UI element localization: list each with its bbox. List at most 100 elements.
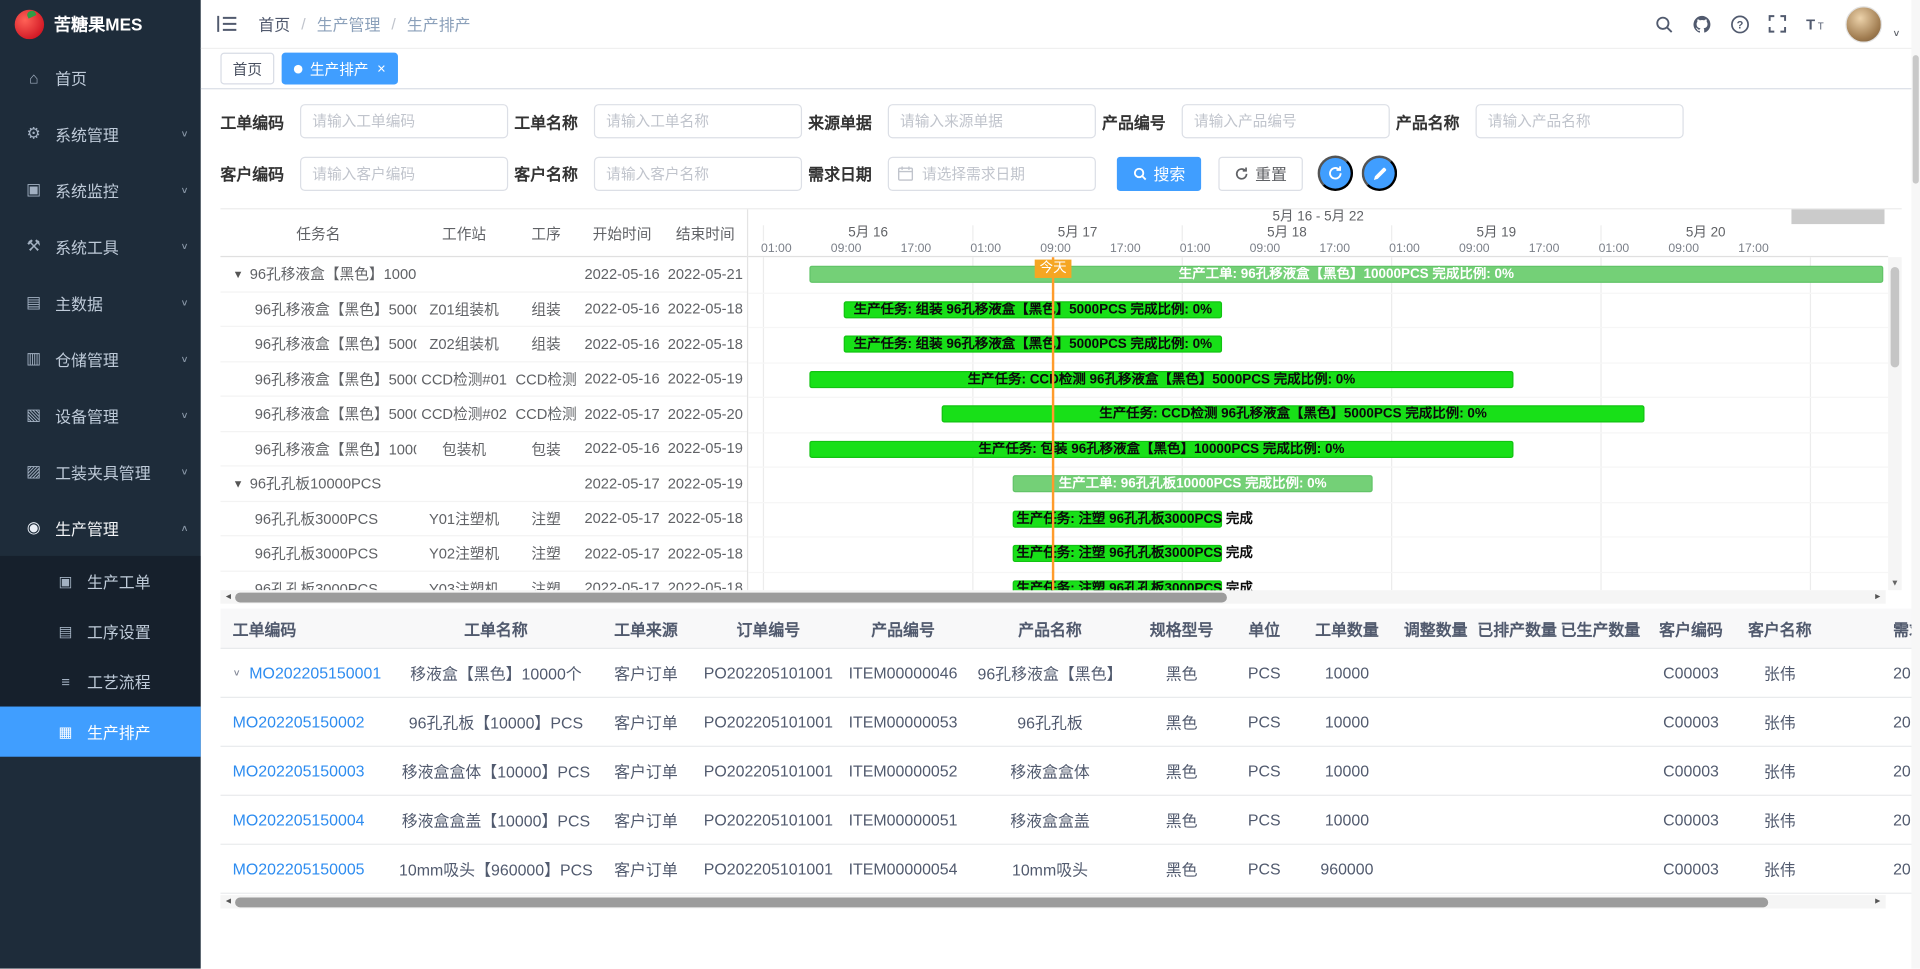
sidebar-subitem-生产工单[interactable]: ▣生产工单 [0,556,201,606]
input-客户名称[interactable] [594,156,802,190]
orders-table-row[interactable]: MO202205150003移液盒盒体【10000】PCS客户订单PO20220… [220,747,1920,796]
orders-table-row[interactable]: MO20220515000296孔孔板【10000】PCS客户订单PO20220… [220,698,1920,747]
help-icon[interactable]: ? [1731,14,1751,34]
gantt-task-bar[interactable]: 生产任务: 注塑 96孔孔板3000PCS 完成 [1013,510,1222,527]
gantt-end-date: 2022-05-18 [664,300,747,317]
task-name-text: 96孔孔板3000PCS [255,508,378,529]
gantt-grid-row[interactable]: 96孔孔板3000PCSY01注塑机注塑2022-05-172022-05-18 [220,501,747,536]
orders-hscroll-thumb[interactable] [235,897,1768,907]
page-scrollbar-thumb[interactable] [1913,55,1919,184]
gantt-grid-row[interactable]: 96孔移液盒【黑色】5000PCSCCD检测#01CCD检测2022-05-16… [220,362,747,397]
sidebar-item-系统工具[interactable]: ⚒系统工具∨ [0,218,201,274]
row-collapse-icon[interactable]: ▼ [233,477,244,489]
input-客户编码[interactable] [300,156,508,190]
sidebar-subitem-生产排产[interactable]: ▦生产排产 [0,707,201,757]
gantt-vertical-scrollbar[interactable]: ▼ [1888,257,1901,590]
gantt-vscroll-down-arrow[interactable]: ▼ [1888,578,1901,590]
tab-close-icon[interactable]: × [377,61,386,76]
gantt-hscroll-thumb[interactable] [235,592,1227,602]
orders-hscroll-right-arrow[interactable]: ► [1874,896,1882,907]
sidebar-item-主数据[interactable]: ▤主数据∨ [0,274,201,330]
order-code-link[interactable]: MO202205150003 [233,762,365,780]
gantt-horizontal-scrollbar[interactable]: ◄ ► [220,590,1885,603]
sidebar-item-设备管理[interactable]: ▧设备管理∨ [0,387,201,443]
gantt-grid-row[interactable]: 96孔孔板3000PCSY02注塑机注塑2022-05-172022-05-18 [220,536,747,571]
orders-table-row[interactable]: MO202205150004移液盒盒盖【10000】PCS客户订单PO20220… [220,796,1920,845]
demand-date-input[interactable] [888,156,1096,190]
gantt-task-name: 96孔移液盒【黑色】5000PCS [220,403,416,424]
sidebar-subitem-label: 工序设置 [87,620,189,643]
sidebar-item-系统管理[interactable]: ⚙系统管理∨ [0,105,201,161]
gantt-row-gridline [748,501,1888,502]
task-name-text: 96孔孔板10000PCS [250,473,382,494]
gantt-order-bar[interactable]: 生产工单: 96孔移液盒【黑色】10000PCS 完成比例: 0% [809,266,1883,283]
gantt-day-header-5月 16: 5月 16 [763,225,972,241]
orders-table-row[interactable]: ∨MO202205150001移液盒【黑色】10000个客户订单PO202205… [220,649,1920,698]
gantt-range-label: 5月 16 - 5月 22 [748,209,1888,225]
sidebar-item-仓储管理[interactable]: ▥仓储管理∨ [0,331,201,387]
gantt-grid-row[interactable]: 96孔移液盒【黑色】5000PCSCCD检测#02CCD检测2022-05-17… [220,397,747,432]
gantt-task-bar[interactable]: 生产任务: 注塑 96孔孔板3000PCS 完成 [1013,545,1222,562]
gantt-task-bar[interactable]: 生产任务: 组装 96孔移液盒【黑色】5000PCS 完成比例: 0% [844,336,1222,353]
fullscreen-icon[interactable] [1769,15,1787,33]
tab-首页[interactable]: 首页 [220,53,274,85]
search-icon[interactable] [1655,14,1675,34]
gantt-grid-row[interactable]: 96孔移液盒【黑色】5000PCSZ01组装机组装2022-05-162022-… [220,292,747,327]
gantt-task-bar[interactable]: 生产任务: 注塑 96孔孔板3000PCS 完成 [1013,580,1222,590]
input-工单名称[interactable] [594,104,802,138]
gantt-grid-row[interactable]: 96孔移液盒【黑色】5000PCSZ02组装机组装2022-05-162022-… [220,327,747,362]
order-code-link[interactable]: MO202205150001 [249,664,381,682]
gantt-grid-row[interactable]: 96孔孔板3000PCSY03注塑机注塑2022-05-172022-05-18 [220,571,747,590]
filter-input-wrap [300,104,508,138]
sidebar-item-首页[interactable]: ⌂首页 [0,49,201,105]
github-icon[interactable] [1693,14,1713,34]
gantt-vscroll-thumb[interactable] [1891,267,1900,367]
gantt-grid-row[interactable]: ▼96孔孔板10000PCS2022-05-172022-05-19 [220,467,747,502]
gantt-hour-tick: 09:00 [1651,241,1717,257]
breadcrumb-item-生产排产[interactable]: 生产排产 [407,12,471,35]
gantt-task-bar[interactable]: 生产任务: 包装 96孔移液盒【黑色】10000PCS 完成比例: 0% [809,440,1513,457]
order-code-link[interactable]: MO202205150004 [233,811,365,829]
sidebar-item-生产管理[interactable]: ◉生产管理∧ [0,500,201,556]
sidebar-fold-icon[interactable] [217,15,238,33]
input-来源单据[interactable] [888,104,1096,138]
gantt-grid-row[interactable]: 96孔移液盒【黑色】10000PCS包装机包装2022-05-162022-05… [220,432,747,467]
gantt-task-bar[interactable]: 生产任务: CCD检测 96孔移液盒【黑色】5000PCS 完成比例: 0% [942,405,1645,422]
input-产品名称[interactable] [1476,104,1684,138]
breadcrumb-item-生产管理[interactable]: 生产管理 [317,12,381,35]
input-产品编号[interactable] [1182,104,1390,138]
row-collapse-icon[interactable]: ▼ [233,268,244,280]
orders-hscroll-left-arrow[interactable]: ◄ [224,896,232,907]
sidebar-item-系统监控[interactable]: ▣系统监控∨ [0,162,201,218]
orders-table-row[interactable]: MO20220515000510mm吸头【960000】PCS客户订单PO202… [220,845,1920,894]
user-avatar[interactable] [1846,6,1883,43]
gantt-task-bar[interactable]: 生产任务: 组装 96孔移液盒【黑色】5000PCS 完成比例: 0% [844,301,1222,318]
gantt-hscroll-left-arrow[interactable]: ◄ [224,591,232,602]
gantt-hscroll-right-arrow[interactable]: ► [1874,591,1882,602]
gantt-grid-row[interactable]: ▼96孔移液盒【黑色】10000PCS2022-05-162022-05-21 [220,257,747,292]
gantt-process: 注塑 [512,543,581,564]
font-size-icon[interactable]: TT [1805,15,1827,33]
refresh-gantt-button[interactable] [1318,156,1354,192]
edit-schedule-button[interactable] [1362,156,1398,192]
sidebar-item-工装夹具管理[interactable]: ▨工装夹具管理∨ [0,443,201,499]
reset-button[interactable]: 重置 [1218,156,1303,190]
gantt-order-bar[interactable]: 生产工单: 96孔孔板10000PCS 完成比例: 0% [1013,475,1373,492]
user-menu-caret-icon[interactable]: ∨ [1892,28,1900,39]
gantt-top: 任务名工作站工序开始时间结束时间 ▼96孔移液盒【黑色】10000PCS2022… [220,208,1901,590]
input-工单编码[interactable] [300,104,508,138]
gantt-hour-tick: 17:00 [1511,241,1577,257]
page-scrollbar[interactable] [1911,0,1920,969]
orders-horizontal-scrollbar[interactable]: ◄ ► [220,895,1885,908]
app-logo[interactable]: 苦糖果MES [0,0,201,49]
sidebar-subitem-工序设置[interactable]: ▤工序设置 [0,606,201,656]
row-expand-icon[interactable]: ∨ [233,667,241,678]
tab-生产排产[interactable]: 生产排产× [282,53,398,85]
order-code-link[interactable]: MO202205150002 [233,713,365,731]
sidebar-subitem-工艺流程[interactable]: ≡工艺流程 [0,656,201,706]
gantt-task-bar[interactable]: 生产任务: CCD检测 96孔移液盒【黑色】5000PCS 完成比例: 0% [809,370,1513,387]
breadcrumb-item-首页[interactable]: 首页 [258,12,290,35]
cell-spec: 黑色 [1133,808,1231,831]
search-button[interactable]: 搜索 [1117,156,1202,190]
order-code-link[interactable]: MO202205150005 [233,860,365,878]
